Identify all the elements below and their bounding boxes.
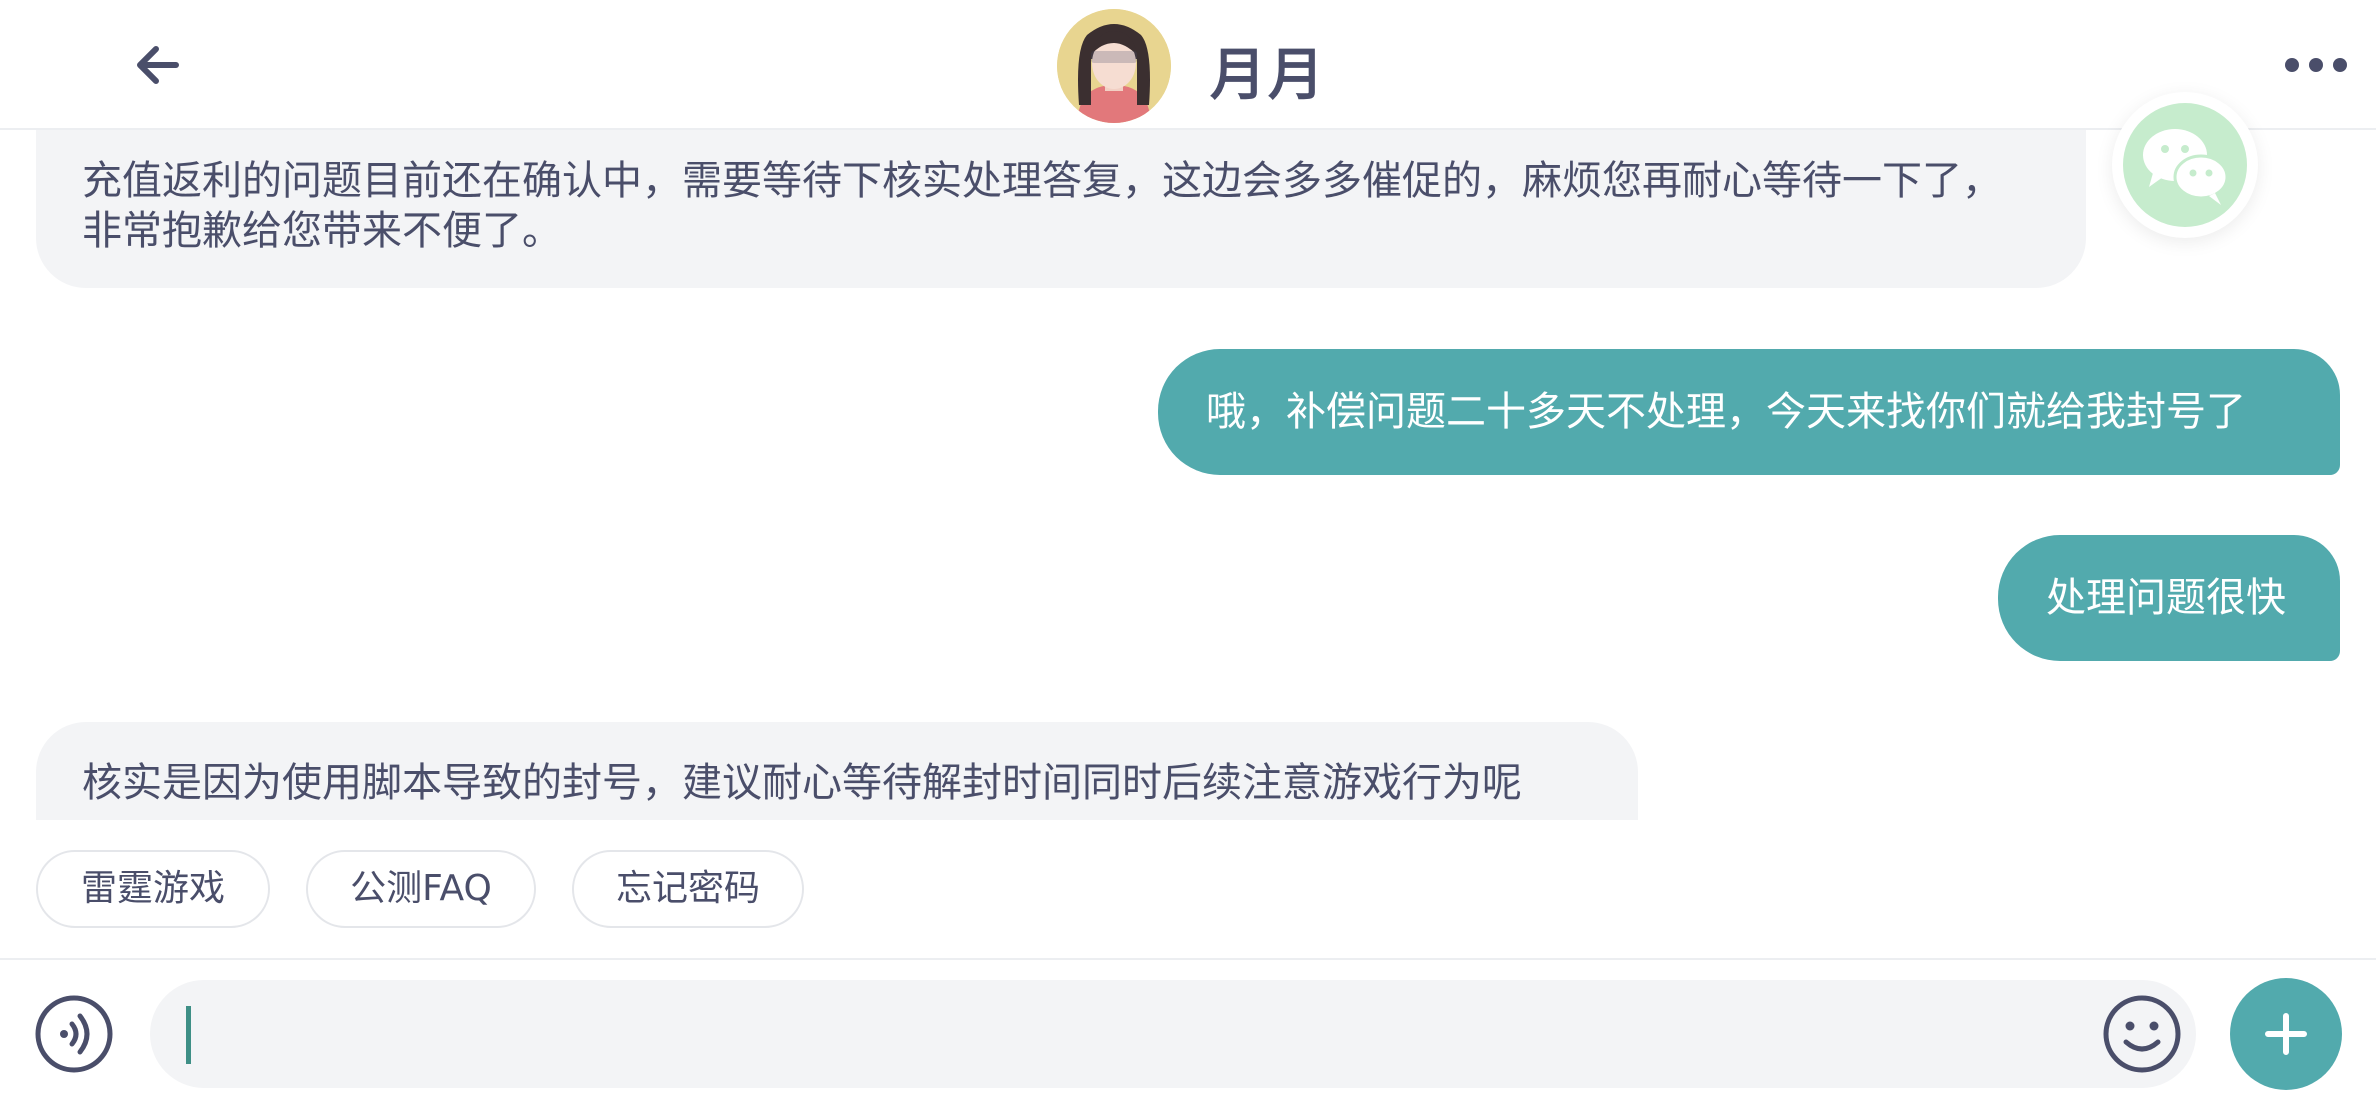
top-bar: 月月 xyxy=(0,0,2376,130)
plus-icon xyxy=(2265,1013,2307,1055)
quick-replies: 雷霆游戏 公测FAQ 忘记密码 xyxy=(0,840,2376,930)
quick-reply-chip[interactable]: 雷霆游戏 xyxy=(36,850,270,928)
arrow-left-icon xyxy=(137,46,179,84)
more-button[interactable] xyxy=(2280,42,2352,88)
message-input[interactable] xyxy=(150,980,2196,1088)
outgoing-message: 哦，补偿问题二十多天不处理，今天来找你们就给我封号了 xyxy=(1158,349,2340,475)
incoming-message: 核实是因为使用脚本导致的封号，建议耐心等待解封时间同时后续注意游戏行为呢 xyxy=(36,722,1638,820)
chat-screen: 月月 充值返利的问题目前还在确认中，需要等待下核实处理答复，这边会多多催促的，麻… xyxy=(0,0,2376,1104)
voice-icon xyxy=(35,995,113,1073)
avatar[interactable] xyxy=(1057,9,1171,123)
wechat-icon xyxy=(2143,129,2229,205)
outgoing-message: 处理问题很快 xyxy=(1998,535,2340,661)
emoji-icon xyxy=(2103,995,2181,1073)
quick-reply-chip[interactable]: 公测FAQ xyxy=(306,850,536,928)
girl-avatar-icon xyxy=(1057,9,1171,123)
wechat-badge xyxy=(2123,103,2247,227)
back-button[interactable] xyxy=(120,30,200,100)
page-title: 月月 xyxy=(1210,43,1326,108)
message-list[interactable]: 充值返利的问题目前还在确认中，需要等待下核实处理答复，这边会多多催促的，麻烦您再… xyxy=(0,130,2376,820)
add-attachment-button[interactable] xyxy=(2230,978,2342,1090)
voice-button[interactable] xyxy=(34,994,114,1074)
more-horizontal-icon xyxy=(2285,58,2347,72)
incoming-message: 充值返利的问题目前还在确认中，需要等待下核实处理答复，这边会多多催促的，麻烦您再… xyxy=(36,130,2086,288)
quick-reply-chip[interactable]: 忘记密码 xyxy=(572,850,804,928)
emoji-button[interactable] xyxy=(2102,994,2182,1074)
wechat-button[interactable] xyxy=(2112,92,2258,238)
input-bar xyxy=(0,958,2376,1104)
text-cursor xyxy=(186,1006,191,1064)
